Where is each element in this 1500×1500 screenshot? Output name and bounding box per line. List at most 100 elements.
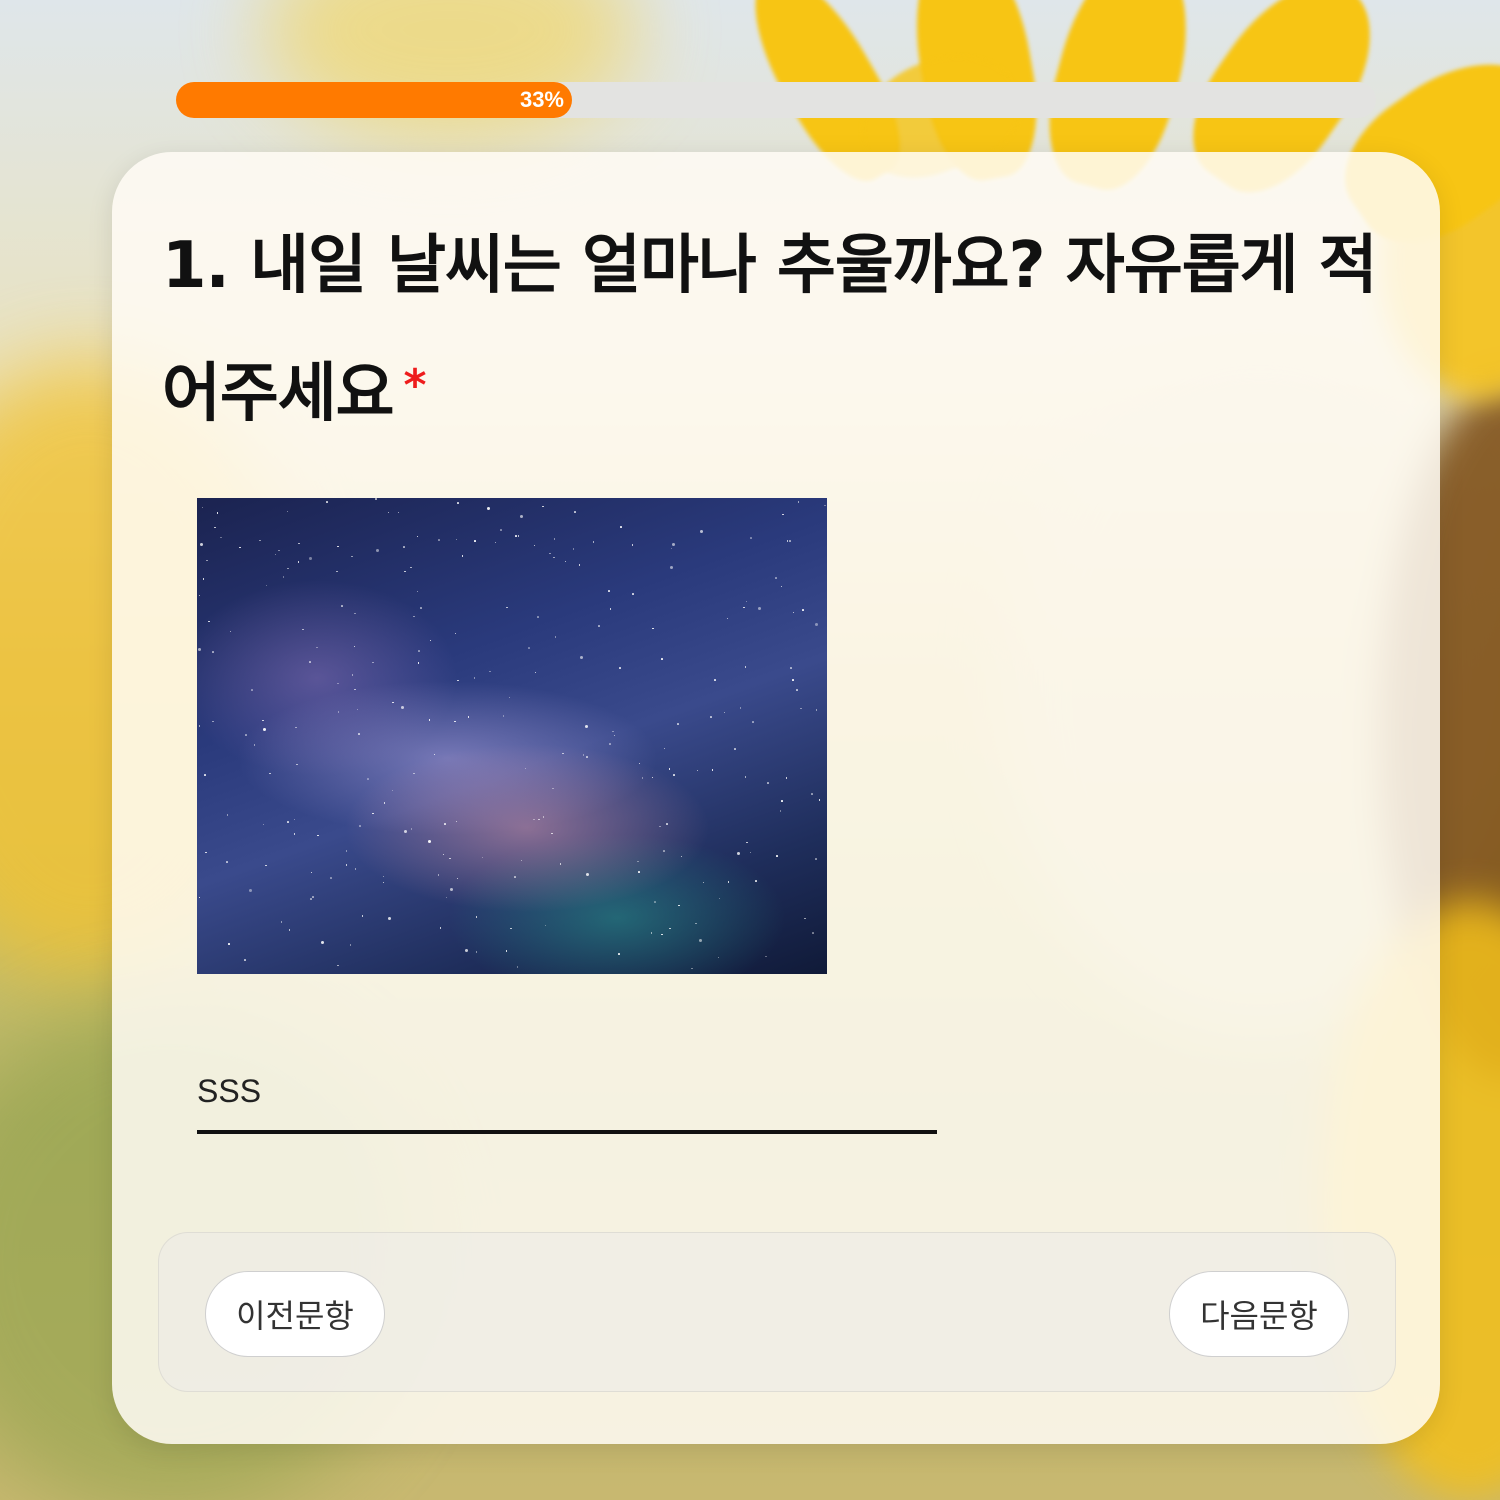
star-dot: [533, 818, 535, 821]
star-dot: [454, 720, 456, 723]
star-dot: [592, 541, 595, 543]
star-dot: [310, 898, 312, 900]
star-dot: [750, 537, 752, 539]
star-dot: [745, 600, 748, 603]
star-dot: [744, 666, 747, 668]
star-dot: [775, 577, 777, 579]
progress-label: 33%: [519, 87, 564, 112]
star-dot: [439, 927, 442, 929]
star-dot: [198, 725, 201, 727]
star-dot: [670, 547, 673, 550]
star-dot: [202, 578, 205, 580]
star-dot: [420, 607, 422, 609]
question-text: 1. 내일 날씨는 얼마나 추울까요? 자유롭게 적어주세요: [162, 229, 1378, 431]
star-dot: [632, 593, 634, 595]
star-dot: [337, 964, 339, 967]
star-dot: [549, 552, 551, 555]
star-dot: [554, 636, 557, 638]
star-dot: [608, 590, 610, 592]
star-dot: [609, 608, 612, 610]
star-dot: [696, 769, 699, 772]
star-dot: [758, 606, 762, 610]
star-dot: [652, 627, 654, 630]
star-dot: [367, 778, 369, 780]
star-dot: [651, 776, 654, 779]
star-dot: [654, 901, 656, 903]
star-dot: [797, 501, 800, 503]
star-dot: [579, 656, 583, 660]
star-dot: [401, 705, 405, 709]
star-dot: [673, 774, 675, 776]
star-dot: [259, 539, 261, 542]
star-dot: [796, 689, 798, 691]
star-dot: [723, 711, 726, 714]
star-dot: [361, 915, 364, 917]
star-dot: [437, 874, 440, 876]
star-dot: [534, 671, 537, 674]
star-dot: [226, 814, 229, 816]
star-dot: [815, 858, 817, 860]
star-dot: [489, 670, 491, 673]
star-dot: [669, 927, 671, 930]
answer-input[interactable]: [197, 1064, 937, 1134]
star-dot: [789, 540, 791, 542]
star-dot: [392, 701, 394, 704]
star-dot: [572, 548, 575, 550]
star-dot: [792, 679, 794, 681]
star-dot: [815, 709, 818, 711]
star-dot: [308, 556, 312, 560]
star-dot: [312, 896, 314, 898]
star-dot: [269, 772, 271, 774]
star-dot: [553, 538, 556, 540]
star-dot: [744, 776, 747, 778]
star-dot: [220, 536, 222, 539]
star-dot: [387, 916, 391, 920]
star-dot: [356, 708, 359, 711]
star-dot: [354, 868, 357, 870]
star-dot: [786, 540, 789, 542]
next-question-button[interactable]: 다음문항: [1169, 1271, 1349, 1357]
star-dot: [663, 850, 665, 852]
star-dot: [711, 769, 714, 771]
star-dot: [262, 727, 266, 731]
star-dot: [349, 944, 352, 946]
star-dot: [280, 921, 283, 923]
star-dot: [198, 896, 201, 899]
star-dot: [226, 861, 228, 863]
star-dot: [680, 855, 683, 858]
star-dot: [320, 940, 324, 944]
star-dot: [239, 546, 241, 548]
star-dot: [619, 667, 621, 669]
star-dot: [698, 939, 702, 943]
star-dot: [282, 576, 285, 578]
star-dot: [528, 647, 530, 649]
star-dot: [351, 674, 354, 676]
star-dot: [500, 529, 502, 531]
star-dot: [265, 584, 268, 587]
star-dot: [391, 789, 394, 792]
star-dot: [265, 864, 267, 867]
star-dot: [559, 863, 562, 865]
star-dot: [359, 825, 361, 827]
star-dot: [433, 753, 436, 756]
star-dot: [454, 632, 457, 635]
star-dot: [214, 526, 216, 529]
star-dot: [262, 823, 265, 826]
star-dot: [461, 555, 464, 557]
star-dot: [661, 933, 663, 936]
star-dot: [403, 546, 405, 548]
star-dot: [678, 904, 680, 907]
star-dot: [695, 922, 697, 925]
star-dot: [638, 871, 640, 873]
previous-question-button[interactable]: 이전문항: [205, 1271, 385, 1357]
star-dot: [502, 715, 505, 717]
star-dot: [734, 748, 736, 750]
star-dot: [666, 823, 668, 825]
star-dot: [249, 889, 253, 893]
star-dot: [765, 955, 767, 958]
star-dot: [383, 802, 386, 804]
star-dot: [612, 730, 614, 733]
star-dot: [717, 956, 720, 959]
star-dot: [198, 647, 202, 651]
star-dot: [418, 650, 420, 652]
